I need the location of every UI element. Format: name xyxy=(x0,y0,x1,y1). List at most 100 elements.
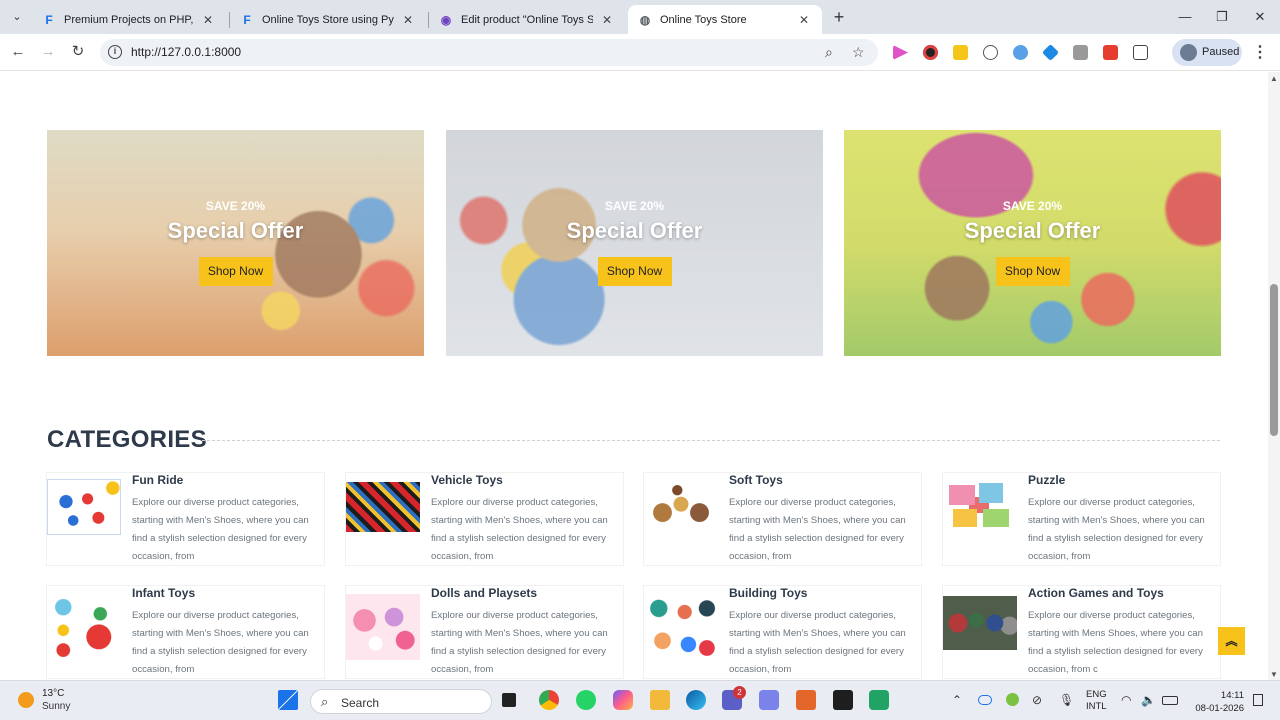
terminal-icon[interactable] xyxy=(833,690,853,710)
category-name[interactable]: Puzzle xyxy=(1028,473,1065,487)
scrollbar-thumb[interactable] xyxy=(1270,284,1278,436)
category-name[interactable]: Dolls and Playsets xyxy=(431,586,537,600)
weather-temperature: 13°C xyxy=(42,688,65,699)
pycharm-icon[interactable] xyxy=(869,690,889,710)
category-name[interactable]: Soft Toys xyxy=(729,473,783,487)
tray-app-icon[interactable] xyxy=(1006,693,1019,706)
volume-icon[interactable]: 🔈 xyxy=(1141,693,1156,707)
site-info-icon[interactable]: i xyxy=(108,45,122,59)
fun-ride-image[interactable] xyxy=(47,479,121,535)
close-window-icon[interactable]: ✕ xyxy=(1250,8,1270,26)
copilot-icon[interactable] xyxy=(613,690,633,710)
category-name[interactable]: Action Games and Toys xyxy=(1028,586,1164,600)
extension-dropper-icon[interactable] xyxy=(1042,44,1059,61)
extension-percent-icon[interactable] xyxy=(1103,45,1118,60)
taskbar-search-box[interactable]: ⌕ Search xyxy=(310,689,492,714)
input-language[interactable]: ENG INTL xyxy=(1086,689,1107,713)
new-tab-icon[interactable]: + xyxy=(830,8,848,26)
shop-now-button[interactable]: Shop Now xyxy=(995,257,1070,286)
close-tab-icon[interactable]: ✕ xyxy=(400,12,416,28)
category-name[interactable]: Fun Ride xyxy=(132,473,183,487)
extension-camera-icon[interactable] xyxy=(1073,45,1088,60)
offer-banner[interactable]: SAVE 20% Special Offer Shop Now xyxy=(446,130,823,356)
onedrive-icon[interactable] xyxy=(978,695,992,705)
infant-toys-image[interactable] xyxy=(47,594,121,660)
offer-title: Special Offer xyxy=(566,218,703,243)
xampp-icon[interactable] xyxy=(796,690,816,710)
building-toys-image[interactable] xyxy=(644,594,718,666)
category-description: Explore our diverse product categories, … xyxy=(1028,610,1203,675)
microphone-icon[interactable]: 🎙 xyxy=(1059,693,1074,707)
reload-icon[interactable]: ↻ xyxy=(68,42,88,62)
offer-tag: SAVE 20% xyxy=(1002,199,1063,213)
zoom-magnifier-icon[interactable]: ⌕ xyxy=(825,44,833,61)
close-tab-icon[interactable]: ✕ xyxy=(599,12,615,28)
category-card[interactable]: Infant Toys Explore our diverse product … xyxy=(47,586,324,678)
tab-edit-product[interactable]: ◉ Edit product "Online Toys Store" ✕ xyxy=(429,5,625,34)
page-scrollbar[interactable]: ▲ ▼ xyxy=(1268,72,1280,680)
category-card[interactable]: Puzzle Explore our diverse product categ… xyxy=(943,473,1220,565)
category-card[interactable]: Dolls and Playsets Explore our diverse p… xyxy=(346,586,623,678)
category-name[interactable]: Infant Toys xyxy=(132,586,195,600)
tab-online-toys-store[interactable]: ◍ Online Toys Store ✕ xyxy=(628,5,822,34)
category-name[interactable]: Building Toys xyxy=(729,586,807,600)
back-to-top-button[interactable]: ︽ xyxy=(1218,627,1245,655)
restore-icon[interactable]: ❐ xyxy=(1212,8,1232,26)
site-f-icon: F xyxy=(45,12,53,27)
teams-work-icon[interactable] xyxy=(759,690,779,710)
url-text[interactable]: http://127.0.0.1:8000 xyxy=(131,45,241,59)
browser-menu-icon[interactable]: ⋮ xyxy=(1252,42,1268,62)
tab-search-icon[interactable]: ⌄ xyxy=(6,6,28,28)
soft-toys-image[interactable] xyxy=(644,479,718,535)
category-card[interactable]: Soft Toys Explore our diverse product ca… xyxy=(644,473,921,565)
category-name[interactable]: Vehicle Toys xyxy=(431,473,503,487)
category-card[interactable]: Action Games and Toys Explore our divers… xyxy=(943,586,1220,678)
close-tab-icon[interactable]: ✕ xyxy=(796,12,812,28)
category-card[interactable]: Vehicle Toys Explore our diverse product… xyxy=(346,473,623,565)
extensions-puzzle-icon[interactable] xyxy=(1133,45,1148,60)
forward-arrow-icon[interactable]: → xyxy=(38,42,58,62)
task-view-icon[interactable] xyxy=(502,693,516,707)
avatar xyxy=(1180,44,1197,61)
dolls-playsets-image[interactable] xyxy=(346,594,420,660)
category-card[interactable]: Building Toys Explore our diverse produc… xyxy=(644,586,921,678)
bookmark-star-icon[interactable]: ☆ xyxy=(852,44,865,61)
category-card[interactable]: Fun Ride Explore our diverse product cat… xyxy=(47,473,324,565)
puzzle-image[interactable] xyxy=(943,479,1017,535)
edge-icon[interactable] xyxy=(686,690,706,710)
shop-now-button[interactable]: Shop Now xyxy=(597,257,672,286)
file-explorer-icon[interactable] xyxy=(650,690,670,710)
extension-circle-icon[interactable] xyxy=(983,45,998,60)
address-bar[interactable]: i http://127.0.0.1:8000 ⌕ ☆ xyxy=(100,39,878,66)
extension-yellow-icon[interactable] xyxy=(953,45,968,60)
whatsapp-icon[interactable] xyxy=(576,690,596,710)
tab-premium-projects[interactable]: F Premium Projects on PHP, Java ✕ xyxy=(32,5,226,34)
system-clock[interactable]: 14:11 08-01-2026 xyxy=(1190,689,1244,715)
action-toys-image[interactable] xyxy=(943,596,1017,650)
wifi-icon[interactable]: ◠ xyxy=(1121,693,1131,707)
category-description: Explore our diverse product categories, … xyxy=(431,497,608,562)
offer-banner[interactable]: SAVE 20% Special Offer Shop Now xyxy=(844,130,1221,356)
category-description: Explore our diverse product categories, … xyxy=(431,610,608,675)
profile-button[interactable]: Paused xyxy=(1172,39,1242,66)
tab-online-toys-python[interactable]: F Online Toys Store using Python ✕ xyxy=(230,5,426,34)
close-tab-icon[interactable]: ✕ xyxy=(200,12,216,28)
show-hidden-icons-icon[interactable]: ⌃ xyxy=(952,693,962,707)
windows-start-icon[interactable] xyxy=(278,690,298,710)
category-description: Explore our diverse product categories, … xyxy=(1028,497,1205,562)
shop-now-button[interactable]: Shop Now xyxy=(198,257,273,286)
extension-blue-icon[interactable] xyxy=(1013,45,1028,60)
scroll-down-arrow-icon[interactable]: ▼ xyxy=(1270,670,1278,679)
battery-icon[interactable] xyxy=(1162,696,1178,705)
language-code: ENG xyxy=(1086,689,1107,700)
minimize-icon[interactable]: — xyxy=(1175,8,1195,26)
offer-banner[interactable]: SAVE 20% Special Offer Shop Now xyxy=(47,130,424,356)
extension-record-icon[interactable] xyxy=(923,45,938,60)
vehicle-toys-image[interactable] xyxy=(346,482,420,532)
back-arrow-icon[interactable]: ← xyxy=(8,42,28,62)
chrome-icon[interactable] xyxy=(539,690,559,710)
scroll-up-arrow-icon[interactable]: ▲ xyxy=(1270,74,1278,83)
extension-play-icon[interactable] xyxy=(893,45,908,60)
location-off-icon[interactable]: ⊘ xyxy=(1032,693,1042,707)
notifications-icon[interactable] xyxy=(1253,694,1263,706)
